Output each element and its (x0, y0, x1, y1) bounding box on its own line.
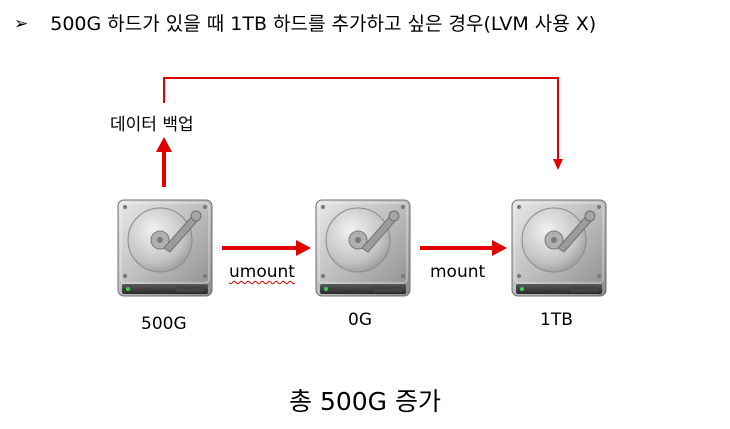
arrow-umount (222, 240, 311, 256)
diagram-canvas (117, 77, 607, 297)
arrow-backup-up (156, 137, 172, 187)
hard-drive-icon (511, 199, 607, 297)
arrow-backup-to-1tb (163, 77, 563, 170)
hard-drive-icon (117, 199, 213, 297)
node-label-0g: 0G (348, 310, 372, 330)
node-label-1tb: 1TB (540, 310, 573, 330)
edge-label-mount: mount (430, 262, 486, 282)
edge-label-umount: umount (229, 262, 295, 282)
hard-drive-icon (315, 199, 411, 297)
node-label-500g: 500G (141, 314, 187, 334)
edge-label-backup: 데이터 백업 (110, 115, 194, 135)
caption: 총 500G 증가 (289, 387, 441, 416)
arrow-mount (420, 240, 507, 256)
